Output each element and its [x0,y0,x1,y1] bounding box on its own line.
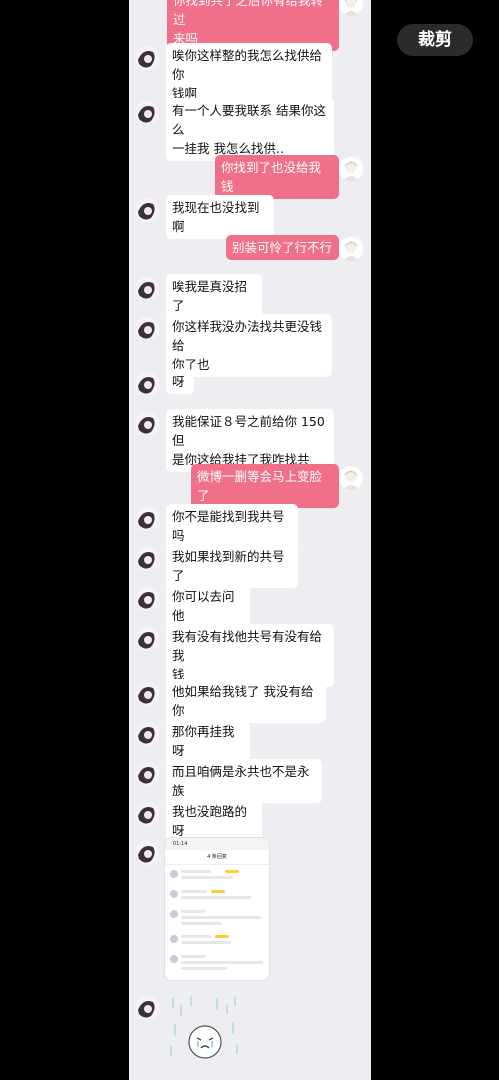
text-line [181,922,221,925]
message-row: 我如果找到新的共号了 [129,544,371,588]
message-bubble-incoming[interactable]: 我现在也没找到啊 [166,195,274,239]
avatar[interactable] [135,682,159,706]
text-line [181,941,231,944]
avatar[interactable] [135,627,159,651]
crop-button[interactable]: 裁剪 [397,24,473,56]
message-row: 而且咱俩是永共也不是永族 [129,759,371,803]
highlight-mark [215,935,229,938]
avatar[interactable] [339,237,363,261]
message-row: 你这样我没办法找共更没钱给 你了也 [129,314,371,377]
message-bubble-outgoing[interactable]: 你找到了也没给我钱 [215,155,339,199]
message-row: 你找到共了之后你有给我转过 来吗 [129,0,371,51]
text-line [181,910,205,913]
message-bubble-incoming[interactable]: 我也没跑路的呀 [166,799,262,843]
avatar[interactable] [135,722,159,746]
message-bubble-incoming[interactable]: 你这样我没办法找共更没钱给 你了也 [166,314,332,377]
avatar [170,910,178,918]
text-line [181,961,263,964]
avatar[interactable] [339,157,363,181]
message-row: 我有没有找他共号有没有给我 钱 [129,624,371,687]
message-bubble-incoming[interactable]: 我有没有找他共号有没有给我 钱 [166,624,334,687]
text-line [181,916,261,919]
message-bubble-incoming[interactable]: 有一个人要我联系 结果你这么 一挂我 我怎么找供.. [166,98,334,161]
avatar [170,955,178,963]
message-bubble-incoming[interactable]: 你可以去问他 [166,584,250,628]
message-row: 唉我是真没招了 [129,274,371,318]
avatar [170,935,178,943]
avatar [170,870,178,878]
message-bubble-outgoing[interactable]: 别装可怜了行不行 [226,235,339,260]
message-bubble-incoming[interactable]: 我能保证８号之前给你 150 但 是你这给我挂了我咋找共 [166,409,334,472]
avatar[interactable] [135,46,159,70]
message-row: 呀 [129,369,371,397]
avatar[interactable] [135,996,159,1020]
message-bubble-outgoing[interactable]: 微博一删等会马上变脸了 [191,464,339,508]
highlight-mark [211,890,225,893]
message-bubble-incoming[interactable]: 唉你这样整的我怎么找供给你 钱啊 [166,43,332,106]
message-row: 他如果给我钱了 我没有给你 [129,679,371,723]
avatar [170,890,178,898]
avatar[interactable] [135,317,159,341]
text-line [181,870,211,873]
avatar[interactable] [135,277,159,301]
message-row: 有一个人要我联系 结果你这么 一挂我 我怎么找供.. [129,98,371,161]
message-row: 我也没跑路的呀 [129,799,371,843]
text-line [181,890,207,893]
text-line [181,967,227,970]
message-bubble-incoming[interactable]: 他如果给我钱了 我没有给你 [166,679,326,723]
message-row: 你找到了也没给我钱 [129,155,371,199]
message-row: 我现在也没找到啊 [129,195,371,239]
text-line [181,955,205,958]
message-bubble-incoming[interactable]: 而且咱俩是永共也不是永族 [166,759,322,803]
avatar[interactable] [135,101,159,125]
screenshot-status-bar: 01:14 [165,838,269,850]
avatar[interactable] [135,802,159,826]
avatar[interactable] [339,0,363,16]
message-row: 微博一删等会马上变脸了 [129,464,371,508]
avatar[interactable] [135,198,159,222]
chat-panel: 你找到共了之后你有给我转过 来吗 唉你这样整的我怎么找供给你 钱啊 有一个人要我… [129,0,371,1080]
message-row: 你可以去问他 [129,584,371,628]
avatar[interactable] [135,507,159,531]
crying-sticker-icon[interactable] [167,994,243,1066]
text-line [181,876,233,879]
screenshot-title: 4 条回复 [165,850,269,865]
text-line [181,935,211,938]
message-bubble-incoming[interactable]: 唉我是真没招了 [166,274,262,318]
avatar[interactable] [339,466,363,490]
message-row: 我能保证８号之前给你 150 但 是你这给我挂了我咋找共 [129,409,371,472]
avatar[interactable] [135,841,159,865]
message-bubble-incoming[interactable]: 那你再挂我呀 [166,719,250,763]
avatar[interactable] [135,372,159,396]
message-row [129,993,371,1023]
image-message[interactable]: 01:14 4 条回复 [165,838,269,980]
message-row: 别装可怜了行不行 [129,235,371,263]
message-row: 你不是能找到我共号吗 [129,504,371,548]
highlight-mark [225,870,239,873]
avatar[interactable] [135,587,159,611]
message-bubble-incoming[interactable]: 呀 [166,369,194,394]
avatar[interactable] [135,412,159,436]
message-row: 唉你这样整的我怎么找供给你 钱啊 [129,43,371,106]
text-line [181,896,251,899]
message-bubble-incoming[interactable]: 我如果找到新的共号了 [166,544,298,588]
avatar[interactable] [135,547,159,571]
avatar[interactable] [135,762,159,786]
message-row: 那你再挂我呀 [129,719,371,763]
message-bubble-incoming[interactable]: 你不是能找到我共号吗 [166,504,298,548]
